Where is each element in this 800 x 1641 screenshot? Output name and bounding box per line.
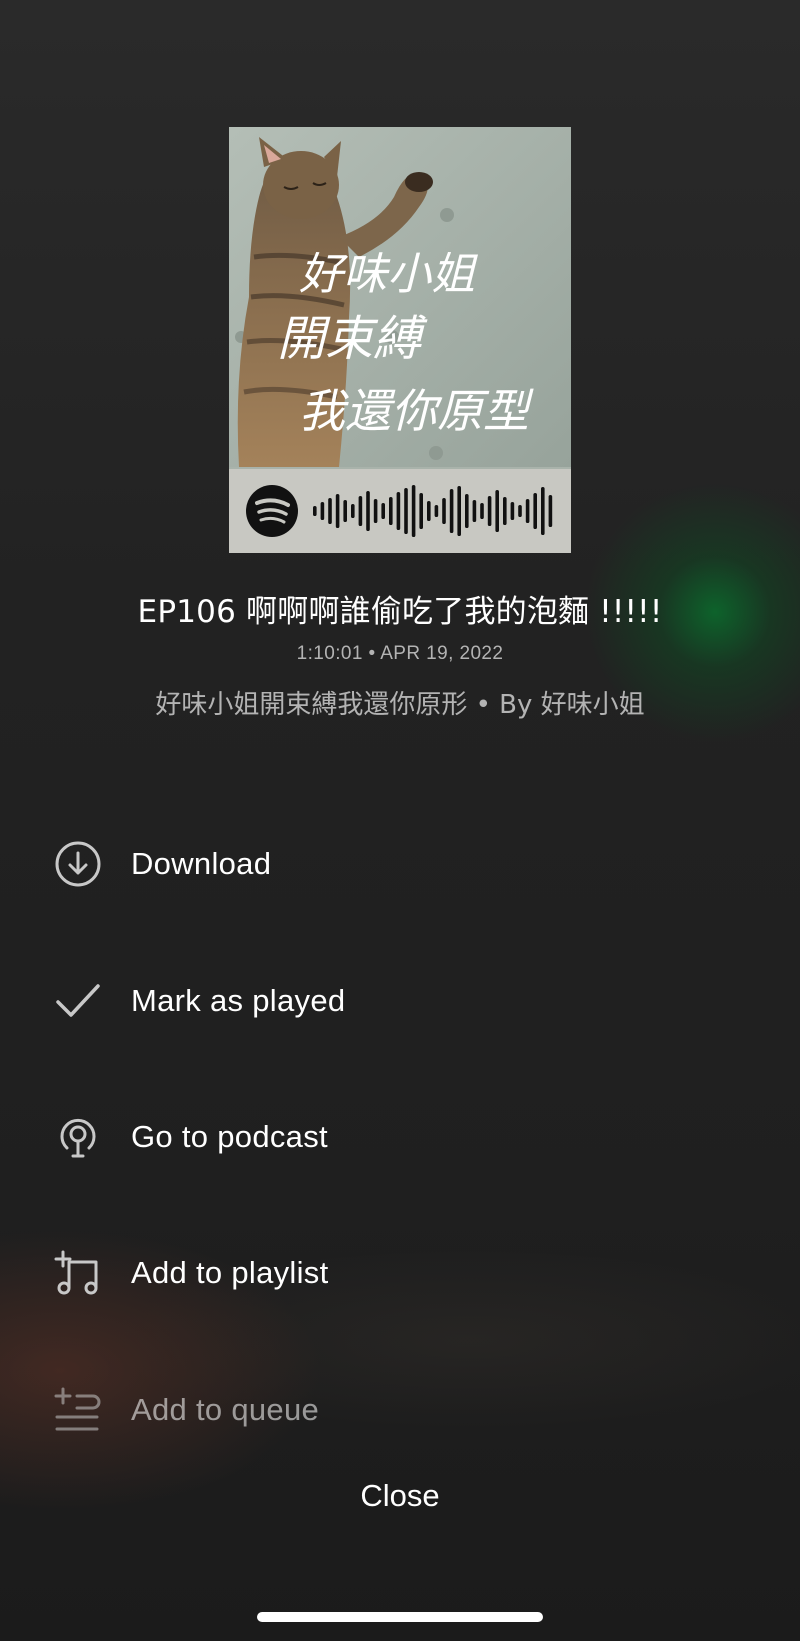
spotify-code-bar xyxy=(457,486,461,536)
menu-label-mark-as-played: Mark as played xyxy=(131,983,346,1018)
spotify-code-bar xyxy=(419,493,423,529)
spotify-code-bar xyxy=(396,492,401,530)
episode-title: EP106 啊啊啊誰偷吃了我的泡麵 !!!!! xyxy=(137,594,663,630)
add-to-playlist-icon xyxy=(52,1247,104,1299)
spotify-code-bar xyxy=(328,498,332,524)
spotify-code-bar xyxy=(351,504,355,518)
spotify-code-bar xyxy=(373,499,378,523)
spotify-code-bar xyxy=(335,494,340,528)
spotify-code-bar xyxy=(533,493,537,529)
spotify-code-bar xyxy=(518,505,522,517)
menu-item-add-to-playlist[interactable]: Add to playlist xyxy=(0,1233,800,1313)
close-button[interactable]: Close xyxy=(0,1478,800,1514)
menu-item-add-to-queue[interactable]: Add to queue xyxy=(0,1370,800,1450)
spotify-code-bar xyxy=(465,494,469,528)
spotify-code-bar xyxy=(404,488,408,534)
spotify-code xyxy=(229,469,571,553)
episode-duration: 1:10:01 xyxy=(296,643,363,664)
spotify-code-bar xyxy=(366,491,370,531)
podcast-icon xyxy=(52,1111,104,1163)
meta-separator: • xyxy=(368,643,376,664)
download-circle-icon xyxy=(52,838,104,890)
menu-item-go-to-podcast[interactable]: Go to podcast xyxy=(0,1097,800,1177)
spotify-code-bar xyxy=(487,496,492,526)
cover-text-line3: 我還你原型 xyxy=(299,384,534,438)
menu-label-add-to-playlist: Add to playlist xyxy=(131,1255,329,1290)
spotify-code-bar xyxy=(472,500,477,522)
episode-cover-art: 好味小姐 開束縛 我還你原型 xyxy=(229,127,571,553)
spotify-logo-icon xyxy=(246,485,298,537)
cover-text-line1: 好味小姐 xyxy=(299,249,478,300)
episode-meta: 1:10:01 • APR 19, 2022 xyxy=(0,643,800,665)
spotify-code-bar xyxy=(442,498,446,524)
spotify-code-bar xyxy=(503,497,507,525)
cover-text-line2: 開束縛 xyxy=(277,311,428,367)
menu-label-add-to-queue: Add to queue xyxy=(131,1392,320,1427)
check-icon xyxy=(52,975,104,1027)
menu-item-mark-as-played[interactable]: Mark as played xyxy=(0,961,800,1041)
spotify-code-bar xyxy=(343,500,347,522)
spotify-code-bar xyxy=(480,503,484,519)
spotify-code-bar xyxy=(434,505,439,517)
episode-date: APR 19, 2022 xyxy=(380,643,504,664)
menu-label-go-to-podcast: Go to podcast xyxy=(131,1119,328,1154)
spotify-code-bar xyxy=(495,490,499,532)
add-to-queue-icon xyxy=(52,1384,104,1436)
spotify-code-bar xyxy=(358,496,363,526)
spotify-code-bar xyxy=(525,499,530,523)
menu-item-download[interactable]: Download xyxy=(0,824,800,904)
spotify-code-bar xyxy=(320,502,325,520)
spotify-code-bar xyxy=(548,495,553,527)
spotify-code-bar xyxy=(449,489,454,533)
spotify-code-bar xyxy=(541,487,545,535)
menu-label-download: Download xyxy=(131,846,272,881)
spotify-code-bar xyxy=(313,506,317,516)
show-link[interactable]: 好味小姐開束縛我還你原形 • By 好味小姐 xyxy=(0,684,800,721)
home-indicator[interactable] xyxy=(257,1612,543,1622)
spotify-code-bar xyxy=(381,503,385,519)
spotify-code-bar xyxy=(510,502,515,520)
spotify-code-bar xyxy=(427,501,431,521)
spotify-code-bar xyxy=(411,485,416,537)
spotify-code-bar xyxy=(389,497,393,525)
cover-photo: 好味小姐 開束縛 我還你原型 xyxy=(229,127,571,467)
